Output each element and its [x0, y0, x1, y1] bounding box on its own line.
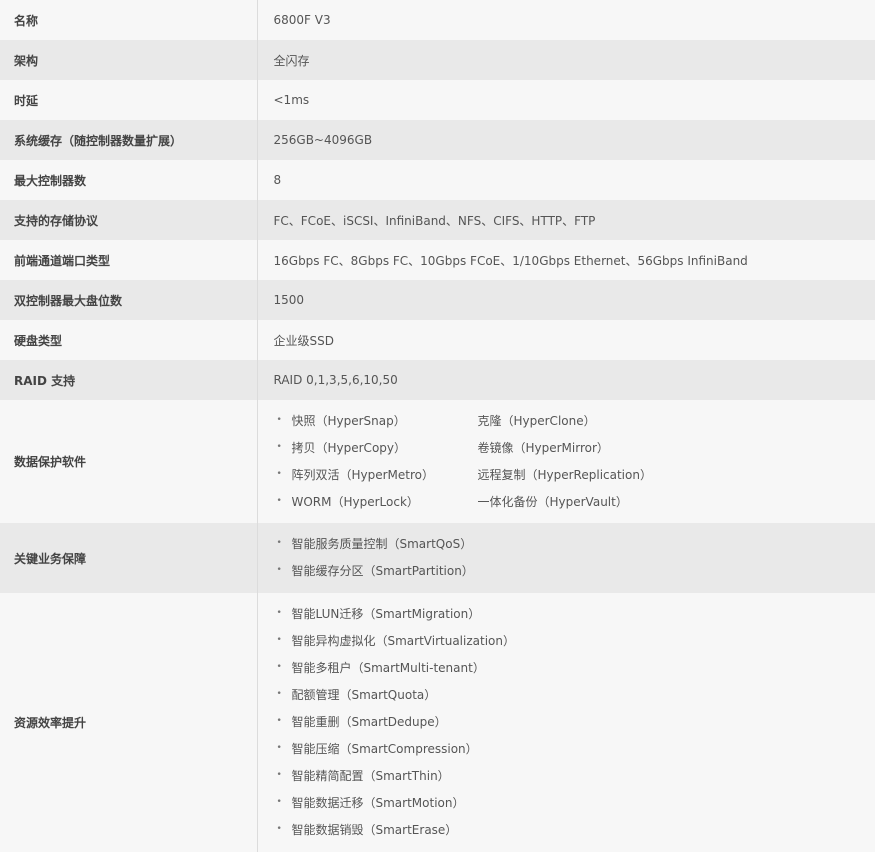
spec-key: 关键业务保障 — [0, 523, 258, 593]
spec-value: 6800F V3 — [257, 0, 875, 40]
spec-key: 支持的存储协议 — [0, 200, 258, 240]
spec-key: 数据保护软件 — [0, 400, 258, 523]
spec-key: 前端通道端口类型 — [0, 240, 258, 280]
list-item: 智能精简配置（SmartThin） — [274, 762, 875, 790]
list-item: 远程复制（HyperReplication） — [477, 467, 652, 482]
spec-value: 快照（HyperSnap） 拷贝（HyperCopy） 阵列双活（HyperMe… — [257, 400, 875, 523]
spec-row-port-types: 前端通道端口类型 16Gbps FC、8Gbps FC、10Gbps FCoE、… — [0, 240, 875, 280]
list-item: 智能重删（SmartDedupe） — [274, 708, 875, 736]
spec-row-protocols: 支持的存储协议 FC、FCoE、iSCSI、InfiniBand、NFS、CIF… — [0, 200, 875, 240]
list-item: 一体化备份（HyperVault） — [477, 494, 628, 509]
list-item: 配额管理（SmartQuota） — [274, 681, 875, 709]
spec-key: RAID 支持 — [0, 360, 258, 400]
spec-value: RAID 0,1,3,5,6,10,50 — [257, 360, 875, 400]
list-item: WORM（HyperLock） — [274, 488, 478, 516]
spec-key: 资源效率提升 — [0, 593, 258, 852]
spec-row-resource-efficiency: 资源效率提升 智能LUN迁移（SmartMigration） 智能异构虚拟化（S… — [0, 593, 875, 852]
feature-list: 克隆（HyperClone） 卷镜像（HyperMirror） 远程复制（Hyp… — [478, 408, 652, 516]
list-item: 智能异构虚拟化（SmartVirtualization） — [274, 627, 875, 655]
spec-row-latency: 时延 <1ms — [0, 80, 875, 120]
list-item: 拷贝（HyperCopy） — [274, 434, 478, 462]
spec-row-disk-type: 硬盘类型 企业级SSD — [0, 320, 875, 360]
spec-row-max-disks: 双控制器最大盘位数 1500 — [0, 280, 875, 320]
feature-list: 智能LUN迁移（SmartMigration） 智能异构虚拟化（SmartVir… — [274, 600, 875, 844]
list-item: 智能数据迁移（SmartMotion） — [274, 789, 875, 817]
spec-value: 企业级SSD — [257, 320, 875, 360]
spec-table: 名称 6800F V3 架构 全闪存 时延 <1ms 系统缓存（随控制器数量扩展… — [0, 0, 875, 852]
spec-value: 256GB~4096GB — [257, 120, 875, 160]
spec-key: 双控制器最大盘位数 — [0, 280, 258, 320]
feature-list: 智能服务质量控制（SmartQoS） 智能缓存分区（SmartPartition… — [274, 530, 875, 585]
spec-key: 系统缓存（随控制器数量扩展） — [0, 120, 258, 160]
spec-value: 智能LUN迁移（SmartMigration） 智能异构虚拟化（SmartVir… — [257, 593, 875, 852]
spec-row-cache: 系统缓存（随控制器数量扩展） 256GB~4096GB — [0, 120, 875, 160]
list-item: 卷镜像（HyperMirror） — [477, 440, 609, 455]
spec-row-name: 名称 6800F V3 — [0, 0, 875, 40]
list-item: 快照（HyperSnap） — [274, 407, 478, 435]
list-item: 阵列双活（HyperMetro） — [274, 461, 478, 489]
list-item: 智能服务质量控制（SmartQoS） — [274, 530, 875, 558]
spec-row-architecture: 架构 全闪存 — [0, 40, 875, 80]
spec-value: 全闪存 — [257, 40, 875, 80]
spec-key: 硬盘类型 — [0, 320, 258, 360]
list-item: 智能数据销毁（SmartErase） — [274, 816, 875, 844]
feature-grid: 快照（HyperSnap） 拷贝（HyperCopy） 阵列双活（HyperMe… — [274, 407, 875, 516]
feature-column: 克隆（HyperClone） 卷镜像（HyperMirror） 远程复制（Hyp… — [478, 408, 652, 516]
spec-value: 智能服务质量控制（SmartQoS） 智能缓存分区（SmartPartition… — [257, 523, 875, 593]
spec-value: 1500 — [257, 280, 875, 320]
spec-row-data-protection: 数据保护软件 快照（HyperSnap） 拷贝（HyperCopy） 阵列双活（… — [0, 400, 875, 523]
spec-row-max-controllers: 最大控制器数 8 — [0, 160, 875, 200]
list-item: 智能缓存分区（SmartPartition） — [274, 557, 875, 585]
spec-key: 最大控制器数 — [0, 160, 258, 200]
spec-key: 架构 — [0, 40, 258, 80]
spec-value: FC、FCoE、iSCSI、InfiniBand、NFS、CIFS、HTTP、F… — [257, 200, 875, 240]
feature-list: 快照（HyperSnap） 拷贝（HyperCopy） 阵列双活（HyperMe… — [274, 407, 478, 516]
feature-column: 快照（HyperSnap） 拷贝（HyperCopy） 阵列双活（HyperMe… — [274, 407, 478, 516]
spec-key: 名称 — [0, 0, 258, 40]
list-item: 克隆（HyperClone） — [477, 413, 596, 428]
list-item: 智能多租户（SmartMulti-tenant） — [274, 654, 875, 682]
spec-value: <1ms — [257, 80, 875, 120]
list-item: 智能LUN迁移（SmartMigration） — [274, 600, 875, 628]
list-item: 智能压缩（SmartCompression） — [274, 735, 875, 763]
spec-row-business-continuity: 关键业务保障 智能服务质量控制（SmartQoS） 智能缓存分区（SmartPa… — [0, 523, 875, 593]
spec-key: 时延 — [0, 80, 258, 120]
spec-value: 16Gbps FC、8Gbps FC、10Gbps FCoE、1/10Gbps … — [257, 240, 875, 280]
spec-row-raid: RAID 支持 RAID 0,1,3,5,6,10,50 — [0, 360, 875, 400]
spec-value: 8 — [257, 160, 875, 200]
